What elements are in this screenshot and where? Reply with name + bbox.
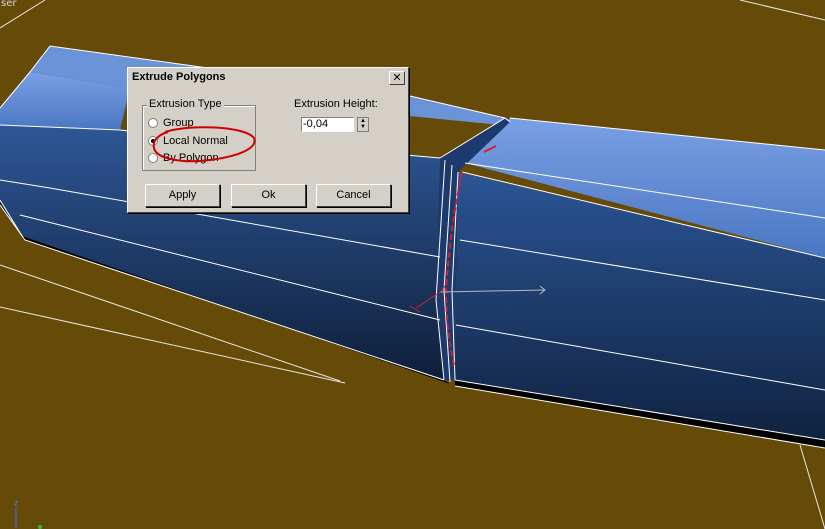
- spinner-down-icon[interactable]: ▼: [358, 124, 368, 130]
- axis-tripod: [15, 508, 42, 529]
- dialog-titlebar[interactable]: Extrude Polygons ✕: [130, 70, 406, 87]
- extrude-polygons-dialog: Extrude Polygons ✕ Extrusion Type Group …: [127, 67, 409, 213]
- extrusion-height-spinner[interactable]: ▲ ▼: [357, 117, 369, 132]
- viewport[interactable]: [0, 0, 825, 529]
- axis-z-label: z: [14, 498, 19, 508]
- extrusion-height-field[interactable]: -0,04: [301, 117, 354, 132]
- extrusion-height-label: Extrusion Height:: [294, 98, 378, 110]
- cancel-button[interactable]: Cancel: [316, 184, 391, 207]
- dialog-title: Extrude Polygons: [132, 71, 226, 83]
- viewport-label[interactable]: ser: [1, 0, 16, 9]
- close-button[interactable]: ✕: [389, 71, 405, 85]
- extrusion-type-label: Extrusion Type: [147, 98, 224, 110]
- apply-button[interactable]: Apply: [145, 184, 220, 207]
- annotation-circle-mark: [152, 126, 256, 163]
- ok-button[interactable]: Ok: [231, 184, 306, 207]
- mesh-right-segment[interactable]: [455, 118, 825, 448]
